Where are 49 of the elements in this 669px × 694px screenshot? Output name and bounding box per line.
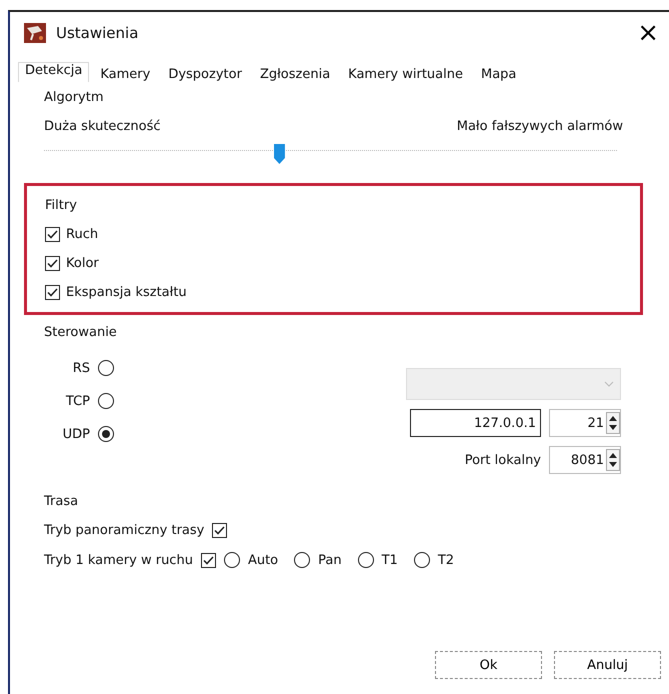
tab[interactable]: Zgłoszenia — [252, 62, 338, 82]
radio-button[interactable] — [224, 552, 240, 568]
tab[interactable]: Kamery wirtualne — [341, 62, 470, 82]
checkbox-label: Tryb 1 kamery w ruchu — [44, 552, 193, 568]
section-title: Filtry — [45, 198, 78, 213]
radio-label: UDP — [62, 426, 90, 442]
close-button[interactable]: × — [633, 20, 663, 46]
checkbox[interactable] — [45, 227, 60, 242]
radio-label: T2 — [438, 552, 454, 568]
radio-label: TCP — [66, 394, 90, 408]
slider-min-label: Duża skuteczność — [44, 119, 160, 134]
section-title: Algorytm — [44, 90, 105, 105]
section-title: Sterowanie — [44, 325, 118, 340]
slider-thumb[interactable] — [274, 144, 285, 164]
radio-label: Auto — [248, 552, 278, 568]
tab[interactable]: Mapa — [474, 62, 524, 82]
checkbox[interactable] — [45, 285, 60, 300]
tab[interactable]: Dyspozytor — [161, 62, 249, 82]
radio-button[interactable] — [294, 552, 310, 568]
radio-button[interactable] — [98, 393, 114, 409]
local-port-field[interactable]: 8081 — [549, 446, 621, 474]
radio-label: T1 — [382, 552, 398, 568]
camera-logo-icon — [24, 23, 46, 43]
section-title: Trasa — [44, 494, 80, 509]
radio-label: RS — [72, 360, 90, 376]
checkbox-label: Kolor — [66, 256, 99, 271]
cancel-button[interactable]: Anuluj — [554, 651, 661, 679]
spin-arrows-icon[interactable] — [606, 449, 620, 471]
port-field[interactable]: 21 — [549, 409, 621, 437]
window-title: Ustawienia — [56, 24, 140, 42]
tab[interactable]: Kamery — [93, 62, 158, 82]
chevron-down-icon — [604, 381, 614, 387]
radio-button[interactable] — [414, 552, 430, 568]
tab[interactable]: Detekcja — [18, 62, 90, 82]
checkbox-label: Ruch — [66, 227, 98, 242]
slider-max-label: Mało fałszywych alarmów — [456, 119, 623, 134]
field-label: Port lokalny — [464, 452, 541, 468]
radio-button[interactable] — [98, 426, 114, 442]
checkbox-label: Ekspansja kształtu — [66, 285, 187, 300]
checkbox[interactable] — [200, 552, 216, 568]
ok-button[interactable]: Ok — [435, 651, 542, 679]
checkbox[interactable] — [45, 256, 60, 271]
radio-label: Pan — [318, 552, 342, 568]
checkbox-label: Tryb panoramiczny trasy — [44, 523, 204, 538]
radio-button[interactable] — [98, 360, 114, 376]
spin-arrows-icon[interactable] — [606, 412, 620, 434]
checkbox[interactable] — [212, 523, 228, 538]
address-field[interactable]: 127.0.0.1 — [410, 409, 541, 437]
radio-button[interactable] — [358, 552, 374, 568]
